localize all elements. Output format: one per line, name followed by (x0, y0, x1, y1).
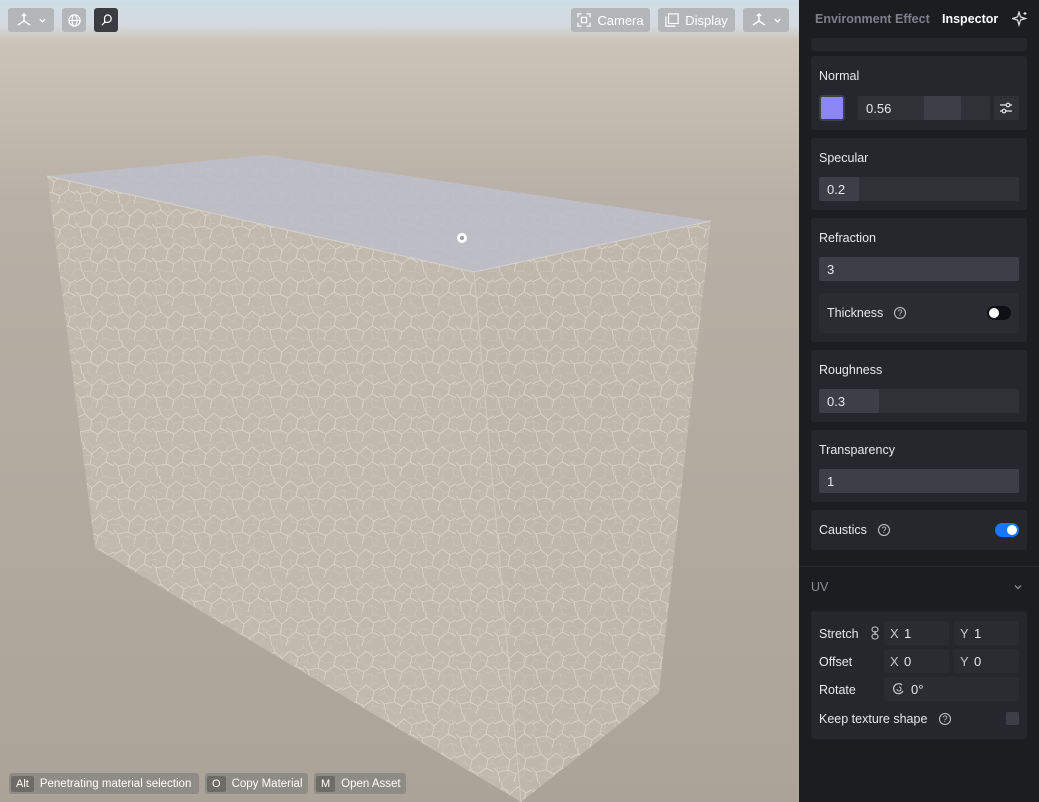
thickness-toggle[interactable] (987, 306, 1011, 320)
refraction-section: Refraction 3 Thickness ? (811, 218, 1027, 342)
gizmo-settings-dropdown[interactable] (743, 8, 789, 32)
inspector-panel: Environment Effect Inspector Normal 0.56… (799, 0, 1039, 802)
roughness-value: 0.3 (827, 394, 846, 409)
stretch-label: Stretch (819, 627, 859, 641)
transparency-title: Transparency (819, 443, 895, 457)
world-space-button[interactable] (62, 8, 86, 32)
panel-tabs: Environment Effect Inspector (799, 0, 1039, 38)
specular-value: 0.2 (827, 182, 846, 197)
uv-title: UV (811, 580, 829, 594)
keep-shape-label: Keep texture shape (819, 712, 928, 726)
transparency-slider[interactable]: 1 (819, 469, 1019, 493)
rotate-label: Rotate (819, 683, 856, 697)
rotate-value: 0° (911, 682, 924, 697)
caustics-section: Caustics ? (811, 510, 1027, 550)
axis-y-label: Y (960, 654, 969, 669)
caustics-label: Caustics (819, 523, 867, 537)
normal-section: Normal 0.56 (811, 56, 1027, 130)
axis-gizmo-icon (17, 13, 30, 26)
chevron-down-icon (773, 18, 781, 23)
transparency-section: Transparency 1 (811, 430, 1027, 502)
help-icon[interactable]: ? (894, 307, 906, 319)
uv-section-header[interactable]: UV (799, 566, 1039, 606)
tab-inspector[interactable]: Inspector (942, 12, 998, 26)
thickness-label: Thickness (827, 306, 884, 320)
hint-copy-material: O Copy Material (205, 773, 308, 794)
normal-strength-slider[interactable]: 0.56 (858, 96, 990, 120)
specular-section: Specular 0.2 (811, 138, 1027, 210)
refraction-title: Refraction (819, 231, 876, 245)
snap-button[interactable] (94, 8, 118, 32)
rotate-icon (893, 683, 904, 695)
offset-label: Offset (819, 655, 853, 669)
roughness-title: Roughness (819, 363, 883, 377)
stretch-y-value: 1 (974, 626, 982, 641)
tab-effect[interactable]: Effect (895, 12, 930, 26)
help-icon[interactable]: ? (939, 713, 951, 725)
viewport-3d[interactable]: Camera Display Alt Penetrating material … (0, 0, 799, 802)
stretch-y-input[interactable]: Y 1 (954, 621, 1019, 645)
thickness-row: Thickness ? (819, 293, 1019, 333)
normal-settings-button[interactable] (994, 96, 1019, 120)
hint-key: O (207, 775, 226, 792)
offset-y-value: 0 (974, 654, 982, 669)
hint-open-asset: M Open Asset (314, 773, 406, 794)
offset-x-input[interactable]: X 0 (884, 649, 949, 673)
chevron-down-icon (1014, 585, 1022, 590)
axis-gizmo-icon (752, 13, 765, 26)
transparency-fill (819, 469, 1019, 493)
roughness-slider[interactable]: 0.3 (819, 389, 1019, 413)
transparency-value: 1 (827, 474, 835, 489)
offset-x-value: 0 (904, 654, 912, 669)
normal-color-swatch[interactable] (819, 95, 845, 121)
normal-strength-value: 0.56 (866, 101, 892, 116)
magnet-icon (100, 13, 112, 26)
specular-slider[interactable]: 0.2 (819, 177, 1019, 201)
normal-title: Normal (819, 69, 860, 83)
hint-label: Open Asset (341, 777, 401, 790)
caustics-toggle[interactable] (995, 523, 1019, 537)
roughness-section: Roughness 0.3 (811, 350, 1027, 422)
offset-y-input[interactable]: Y 0 (954, 649, 1019, 673)
axis-x-label: X (890, 654, 899, 669)
transform-mode-dropdown[interactable] (8, 8, 54, 32)
hint-label: Copy Material (231, 777, 303, 790)
keep-shape-checkbox[interactable] (1006, 712, 1019, 725)
hint-label: Penetrating material selection (39, 777, 192, 790)
normal-strength-fill (924, 96, 961, 120)
chevron-down-icon (38, 18, 46, 23)
scene-canvas[interactable] (0, 0, 799, 802)
hint-key: Alt (11, 775, 34, 792)
stretch-x-input[interactable]: X 1 (884, 621, 949, 645)
specular-title: Specular (819, 151, 869, 165)
camera-button[interactable]: Camera (571, 8, 650, 32)
axis-y-label: Y (960, 626, 969, 641)
sliders-icon (1000, 102, 1012, 114)
display-layers-icon (665, 13, 679, 27)
ai-sparkle-icon[interactable] (1012, 11, 1028, 27)
stretch-x-value: 1 (904, 626, 912, 641)
hint-key: M (316, 775, 336, 792)
help-icon[interactable]: ? (878, 524, 890, 536)
hint-penetrating-selection: Alt Penetrating material selection (9, 773, 199, 794)
globe-icon (67, 13, 81, 27)
refraction-value: 3 (827, 262, 835, 277)
camera-frame-icon (577, 13, 592, 27)
previous-card-edge (811, 38, 1027, 51)
axis-x-label: X (890, 626, 899, 641)
camera-label: Camera (597, 12, 644, 28)
display-button[interactable]: Display (658, 8, 735, 32)
refraction-input[interactable]: 3 (819, 257, 1019, 281)
link-icon[interactable] (870, 626, 880, 640)
uv-section: Stretch X 1 Y 1 Offset X 0 Y 0 Rotate 0°… (811, 611, 1027, 739)
tab-environment[interactable]: Environment (815, 12, 891, 26)
rotate-input[interactable]: 0° (884, 677, 1019, 701)
display-label: Display (685, 12, 728, 28)
